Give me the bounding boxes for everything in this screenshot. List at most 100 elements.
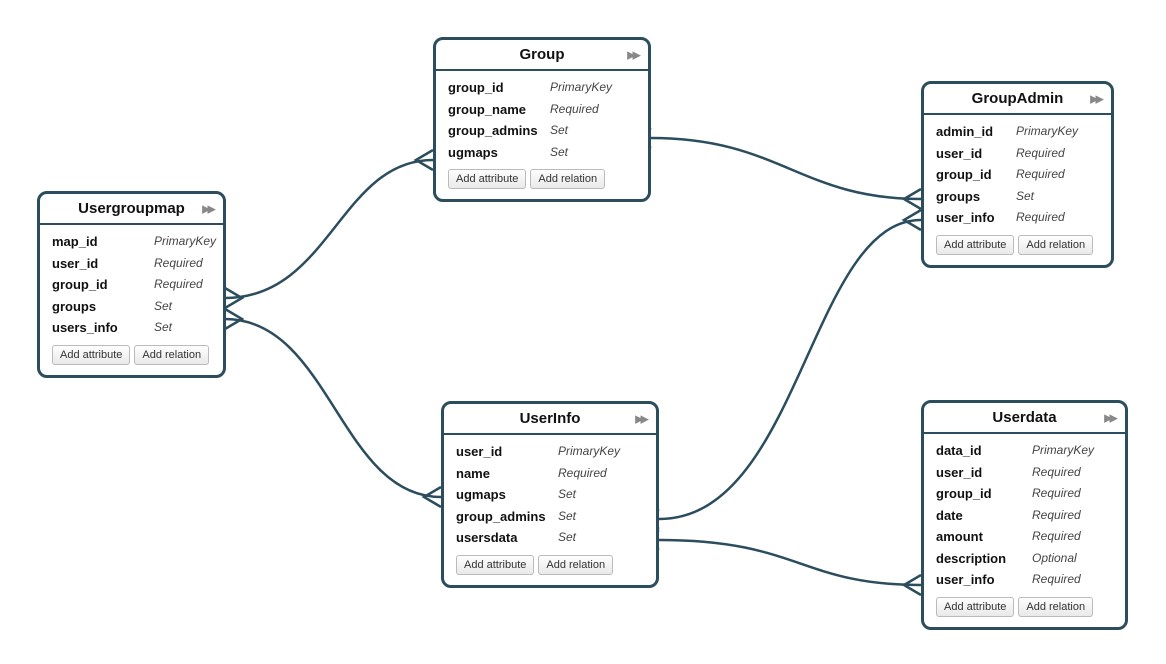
attr-name: user_info — [936, 571, 1024, 589]
add-relation-button[interactable]: Add relation — [1018, 597, 1093, 617]
entity-header[interactable]: Group ▶▶ — [436, 40, 648, 71]
add-relation-button[interactable]: Add relation — [530, 169, 605, 189]
attr-name: groups — [52, 298, 146, 316]
attr-type: Required — [1032, 571, 1081, 589]
attribute-row[interactable]: groups Set — [52, 296, 211, 318]
attr-name: group_id — [448, 79, 542, 97]
entity-header[interactable]: Usergroupmap ▶▶ — [40, 194, 223, 225]
attr-name: group_id — [52, 276, 146, 294]
attr-name: usersdata — [456, 529, 550, 547]
attr-type: Set — [558, 508, 576, 526]
attr-type: PrimaryKey — [1016, 123, 1078, 141]
attr-type: Set — [154, 319, 172, 337]
attr-type: Required — [154, 255, 203, 273]
chevron-double-right-icon[interactable]: ▶▶ — [627, 48, 638, 61]
connector-ugm-group — [225, 160, 433, 298]
entity-group[interactable]: Group ▶▶ group_id PrimaryKey group_name … — [433, 37, 651, 202]
crowfoot-ugm-userinfo-right — [424, 487, 441, 507]
entity-header[interactable]: GroupAdmin ▶▶ — [924, 84, 1111, 115]
attr-name: users_info — [52, 319, 146, 337]
attribute-row[interactable]: name Required — [456, 463, 644, 485]
attr-name: description — [936, 550, 1024, 568]
attr-type: PrimaryKey — [558, 443, 620, 461]
connector-userinfo-groupadmin — [659, 220, 921, 519]
attr-type: Set — [154, 298, 172, 316]
chevron-double-right-icon[interactable]: ▶▶ — [635, 412, 646, 425]
attr-type: Required — [558, 465, 607, 483]
add-relation-button[interactable]: Add relation — [134, 345, 209, 365]
attr-name: user_info — [936, 209, 1008, 227]
attribute-row[interactable]: amount Required — [936, 526, 1113, 548]
attribute-row[interactable]: users_info Set — [52, 317, 211, 339]
crowfoot-userinfo-userdata-right — [904, 575, 921, 595]
attr-type: PrimaryKey — [154, 233, 216, 251]
chevron-double-right-icon[interactable]: ▶▶ — [202, 202, 213, 215]
attribute-row[interactable]: group_id PrimaryKey — [448, 77, 636, 99]
attr-type: Required — [1032, 528, 1081, 546]
attribute-row[interactable]: user_id PrimaryKey — [456, 441, 644, 463]
crowfoot-ugm-userinfo-left — [225, 309, 242, 329]
add-attribute-button[interactable]: Add attribute — [456, 555, 534, 575]
attribute-row[interactable]: ugmaps Set — [448, 142, 636, 164]
attribute-row[interactable]: ugmaps Set — [456, 484, 644, 506]
entity-title: Userdata — [992, 409, 1056, 426]
attribute-row[interactable]: group_admins Set — [456, 506, 644, 528]
add-attribute-button[interactable]: Add attribute — [448, 169, 526, 189]
crowfoot-userinfo-groupadmin-right — [904, 210, 921, 230]
attr-name: ugmaps — [448, 144, 542, 162]
entity-userdata[interactable]: Userdata ▶▶ data_id PrimaryKey user_id R… — [921, 400, 1128, 630]
attribute-row[interactable]: group_id Required — [936, 483, 1113, 505]
attribute-row[interactable]: user_id Required — [936, 143, 1099, 165]
attr-type: PrimaryKey — [1032, 442, 1094, 460]
attr-type: Required — [1032, 464, 1081, 482]
connector-ugm-userinfo — [225, 319, 441, 497]
attr-type: Set — [1016, 188, 1034, 206]
chevron-double-right-icon[interactable]: ▶▶ — [1090, 92, 1101, 105]
attribute-row[interactable]: group_id Required — [936, 164, 1099, 186]
entity-title: GroupAdmin — [972, 90, 1064, 107]
entity-groupadmin[interactable]: GroupAdmin ▶▶ admin_id PrimaryKey user_i… — [921, 81, 1114, 268]
crowfoot-ugm-group-right — [416, 150, 433, 170]
attribute-row[interactable]: user_info Required — [936, 207, 1099, 229]
add-relation-button[interactable]: Add relation — [1018, 235, 1093, 255]
entity-header[interactable]: Userdata ▶▶ — [924, 403, 1125, 434]
attr-name: amount — [936, 528, 1024, 546]
attribute-row[interactable]: date Required — [936, 505, 1113, 527]
entity-title: Group — [520, 46, 565, 63]
attribute-row[interactable]: admin_id PrimaryKey — [936, 121, 1099, 143]
attr-type: Set — [558, 529, 576, 547]
attribute-row[interactable]: user_id Required — [936, 462, 1113, 484]
attribute-row[interactable]: group_admins Set — [448, 120, 636, 142]
attribute-row[interactable]: group_name Required — [448, 99, 636, 121]
entity-title: UserInfo — [520, 410, 581, 427]
attribute-row[interactable]: usersdata Set — [456, 527, 644, 549]
entity-header[interactable]: UserInfo ▶▶ — [444, 404, 656, 435]
attr-name: date — [936, 507, 1024, 525]
attr-name: user_id — [52, 255, 146, 273]
add-attribute-button[interactable]: Add attribute — [936, 235, 1014, 255]
attr-type: Optional — [1032, 550, 1077, 568]
attr-name: admin_id — [936, 123, 1008, 141]
chevron-double-right-icon[interactable]: ▶▶ — [1104, 411, 1115, 424]
attr-type: Required — [154, 276, 203, 294]
attribute-row[interactable]: map_id PrimaryKey — [52, 231, 211, 253]
attribute-row[interactable]: data_id PrimaryKey — [936, 440, 1113, 462]
entity-title: Usergroupmap — [78, 200, 185, 217]
attribute-row[interactable]: user_info Required — [936, 569, 1113, 591]
crowfoot-ugm-group-left — [225, 288, 242, 308]
attr-name: user_id — [456, 443, 550, 461]
attribute-row[interactable]: user_id Required — [52, 253, 211, 275]
attribute-row[interactable]: group_id Required — [52, 274, 211, 296]
attribute-row[interactable]: groups Set — [936, 186, 1099, 208]
entity-userinfo[interactable]: UserInfo ▶▶ user_id PrimaryKey name Requ… — [441, 401, 659, 588]
add-attribute-button[interactable]: Add attribute — [52, 345, 130, 365]
add-attribute-button[interactable]: Add attribute — [936, 597, 1014, 617]
connector-userinfo-userdata — [659, 540, 921, 585]
attr-name: name — [456, 465, 550, 483]
attr-type: Required — [1016, 209, 1065, 227]
entity-usergroupmap[interactable]: Usergroupmap ▶▶ map_id PrimaryKey user_i… — [37, 191, 226, 378]
attribute-row[interactable]: description Optional — [936, 548, 1113, 570]
attr-type: Required — [1032, 485, 1081, 503]
add-relation-button[interactable]: Add relation — [538, 555, 613, 575]
attr-name: group_admins — [456, 508, 550, 526]
